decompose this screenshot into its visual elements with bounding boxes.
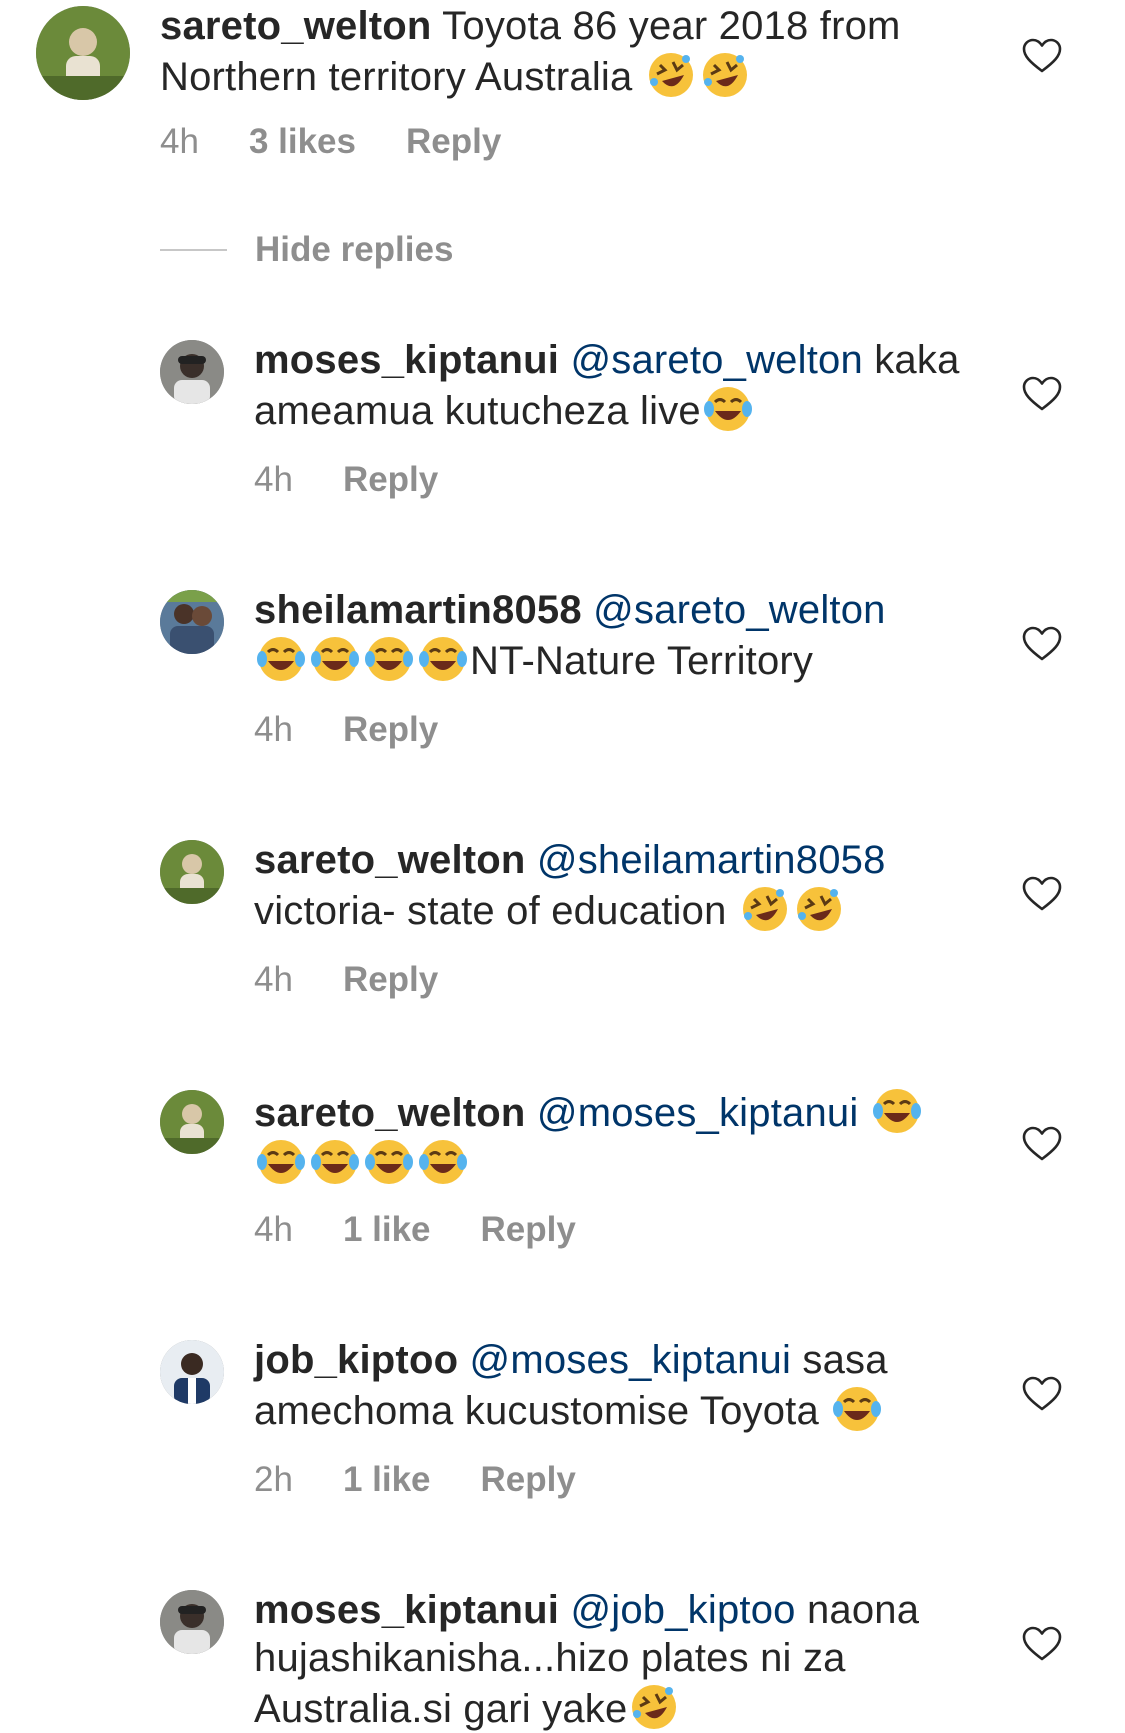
heart-outline-icon[interactable] (1022, 1126, 1062, 1162)
likes-count[interactable]: 1 like (343, 1460, 431, 1499)
timestamp: 4h (254, 460, 293, 499)
joy-emoji (256, 634, 306, 684)
heart-outline-icon[interactable] (1022, 376, 1062, 412)
reply-button[interactable]: Reply (481, 1460, 576, 1499)
rofl-emoji (646, 50, 696, 100)
rofl-emoji (740, 884, 790, 934)
joy-emoji (872, 1086, 922, 1136)
reply-text: sareto_welton @moses_kiptanui (254, 1086, 974, 1188)
heart-outline-icon[interactable] (1022, 38, 1062, 74)
joy-emoji (703, 384, 753, 434)
reply-button[interactable]: Reply (343, 710, 438, 749)
avatar[interactable] (160, 340, 224, 404)
mention-link[interactable]: @job_kiptoo (570, 1588, 795, 1632)
reply-body: victoria- state of education (254, 889, 738, 933)
username[interactable]: moses_kiptanui (254, 338, 559, 382)
avatar[interactable] (160, 1340, 224, 1404)
timestamp: 4h (254, 710, 293, 749)
reply-button[interactable]: Reply (343, 960, 438, 999)
avatar[interactable] (160, 1590, 224, 1654)
reply-button[interactable]: Reply (481, 1210, 576, 1249)
joy-emoji (310, 634, 360, 684)
reply-meta: 4h Reply (254, 710, 488, 750)
mention-link[interactable]: @moses_kiptanui (537, 1091, 859, 1135)
username[interactable]: moses_kiptanui (254, 1588, 559, 1632)
heart-outline-icon[interactable] (1022, 1626, 1062, 1662)
mention-link[interactable]: @moses_kiptanui (470, 1338, 792, 1382)
rofl-emoji (700, 50, 750, 100)
reply-text: sheilamartin8058 @sareto_welton NT-Nature… (254, 586, 974, 685)
rofl-emoji (794, 884, 844, 934)
timestamp: 2h (254, 1460, 293, 1499)
joy-emoji (310, 1137, 360, 1187)
hide-replies-label[interactable]: Hide replies (255, 230, 453, 270)
joy-emoji (832, 1384, 882, 1434)
avatar[interactable] (160, 840, 224, 904)
likes-count[interactable]: 3 likes (249, 122, 356, 161)
username[interactable]: job_kiptoo (254, 1338, 458, 1382)
username[interactable]: sareto_welton (160, 4, 432, 48)
username[interactable]: sareto_welton (254, 838, 526, 882)
mention-link[interactable]: @sareto_welton (593, 588, 885, 632)
avatar[interactable] (36, 6, 130, 100)
reply-body (858, 1091, 869, 1135)
joy-emoji (418, 634, 468, 684)
heart-outline-icon[interactable] (1022, 626, 1062, 662)
timestamp: 4h (160, 122, 199, 161)
avatar[interactable] (160, 1090, 224, 1154)
heart-outline-icon[interactable] (1022, 876, 1062, 912)
hide-replies-toggle[interactable]: Hide replies (160, 230, 453, 270)
joy-emoji (364, 634, 414, 684)
reply-text: sareto_welton @sheilamartin8058 victoria-… (254, 836, 974, 935)
reply-meta: 2h 1 like Reply (254, 1460, 626, 1500)
reply-text: job_kiptoo @moses_kiptanui sasa amechoma… (254, 1336, 974, 1435)
rofl-emoji (629, 1682, 679, 1732)
likes-count[interactable]: 1 like (343, 1210, 431, 1249)
reply-button[interactable]: Reply (343, 460, 438, 499)
reply-text: moses_kiptanui @job_kiptoo naona hujashi… (254, 1586, 974, 1733)
reply-body: NT-Nature Territory (470, 639, 814, 683)
mention-link[interactable]: @sheilamartin8058 (537, 838, 886, 882)
reply-meta: 4h Reply (254, 960, 488, 1000)
timestamp: 4h (254, 1210, 293, 1249)
divider-line (160, 249, 227, 251)
timestamp: 4h (254, 960, 293, 999)
avatar[interactable] (160, 590, 224, 654)
heart-outline-icon[interactable] (1022, 1376, 1062, 1412)
reply-meta: 4h 1 like Reply (254, 1210, 626, 1250)
username[interactable]: sareto_welton (254, 1091, 526, 1135)
joy-emoji (418, 1137, 468, 1187)
username[interactable]: sheilamartin8058 (254, 588, 582, 632)
reply-text: moses_kiptanui @sareto_welton kaka ameam… (254, 336, 974, 435)
comment-meta: 4h 3 likes Reply (160, 122, 551, 162)
joy-emoji (256, 1137, 306, 1187)
joy-emoji (364, 1137, 414, 1187)
comment-text: sareto_welton Toyota 86 year 2018 from N… (160, 2, 950, 101)
reply-button[interactable]: Reply (406, 122, 501, 161)
mention-link[interactable]: @sareto_welton (570, 338, 862, 382)
reply-meta: 4h Reply (254, 460, 488, 500)
